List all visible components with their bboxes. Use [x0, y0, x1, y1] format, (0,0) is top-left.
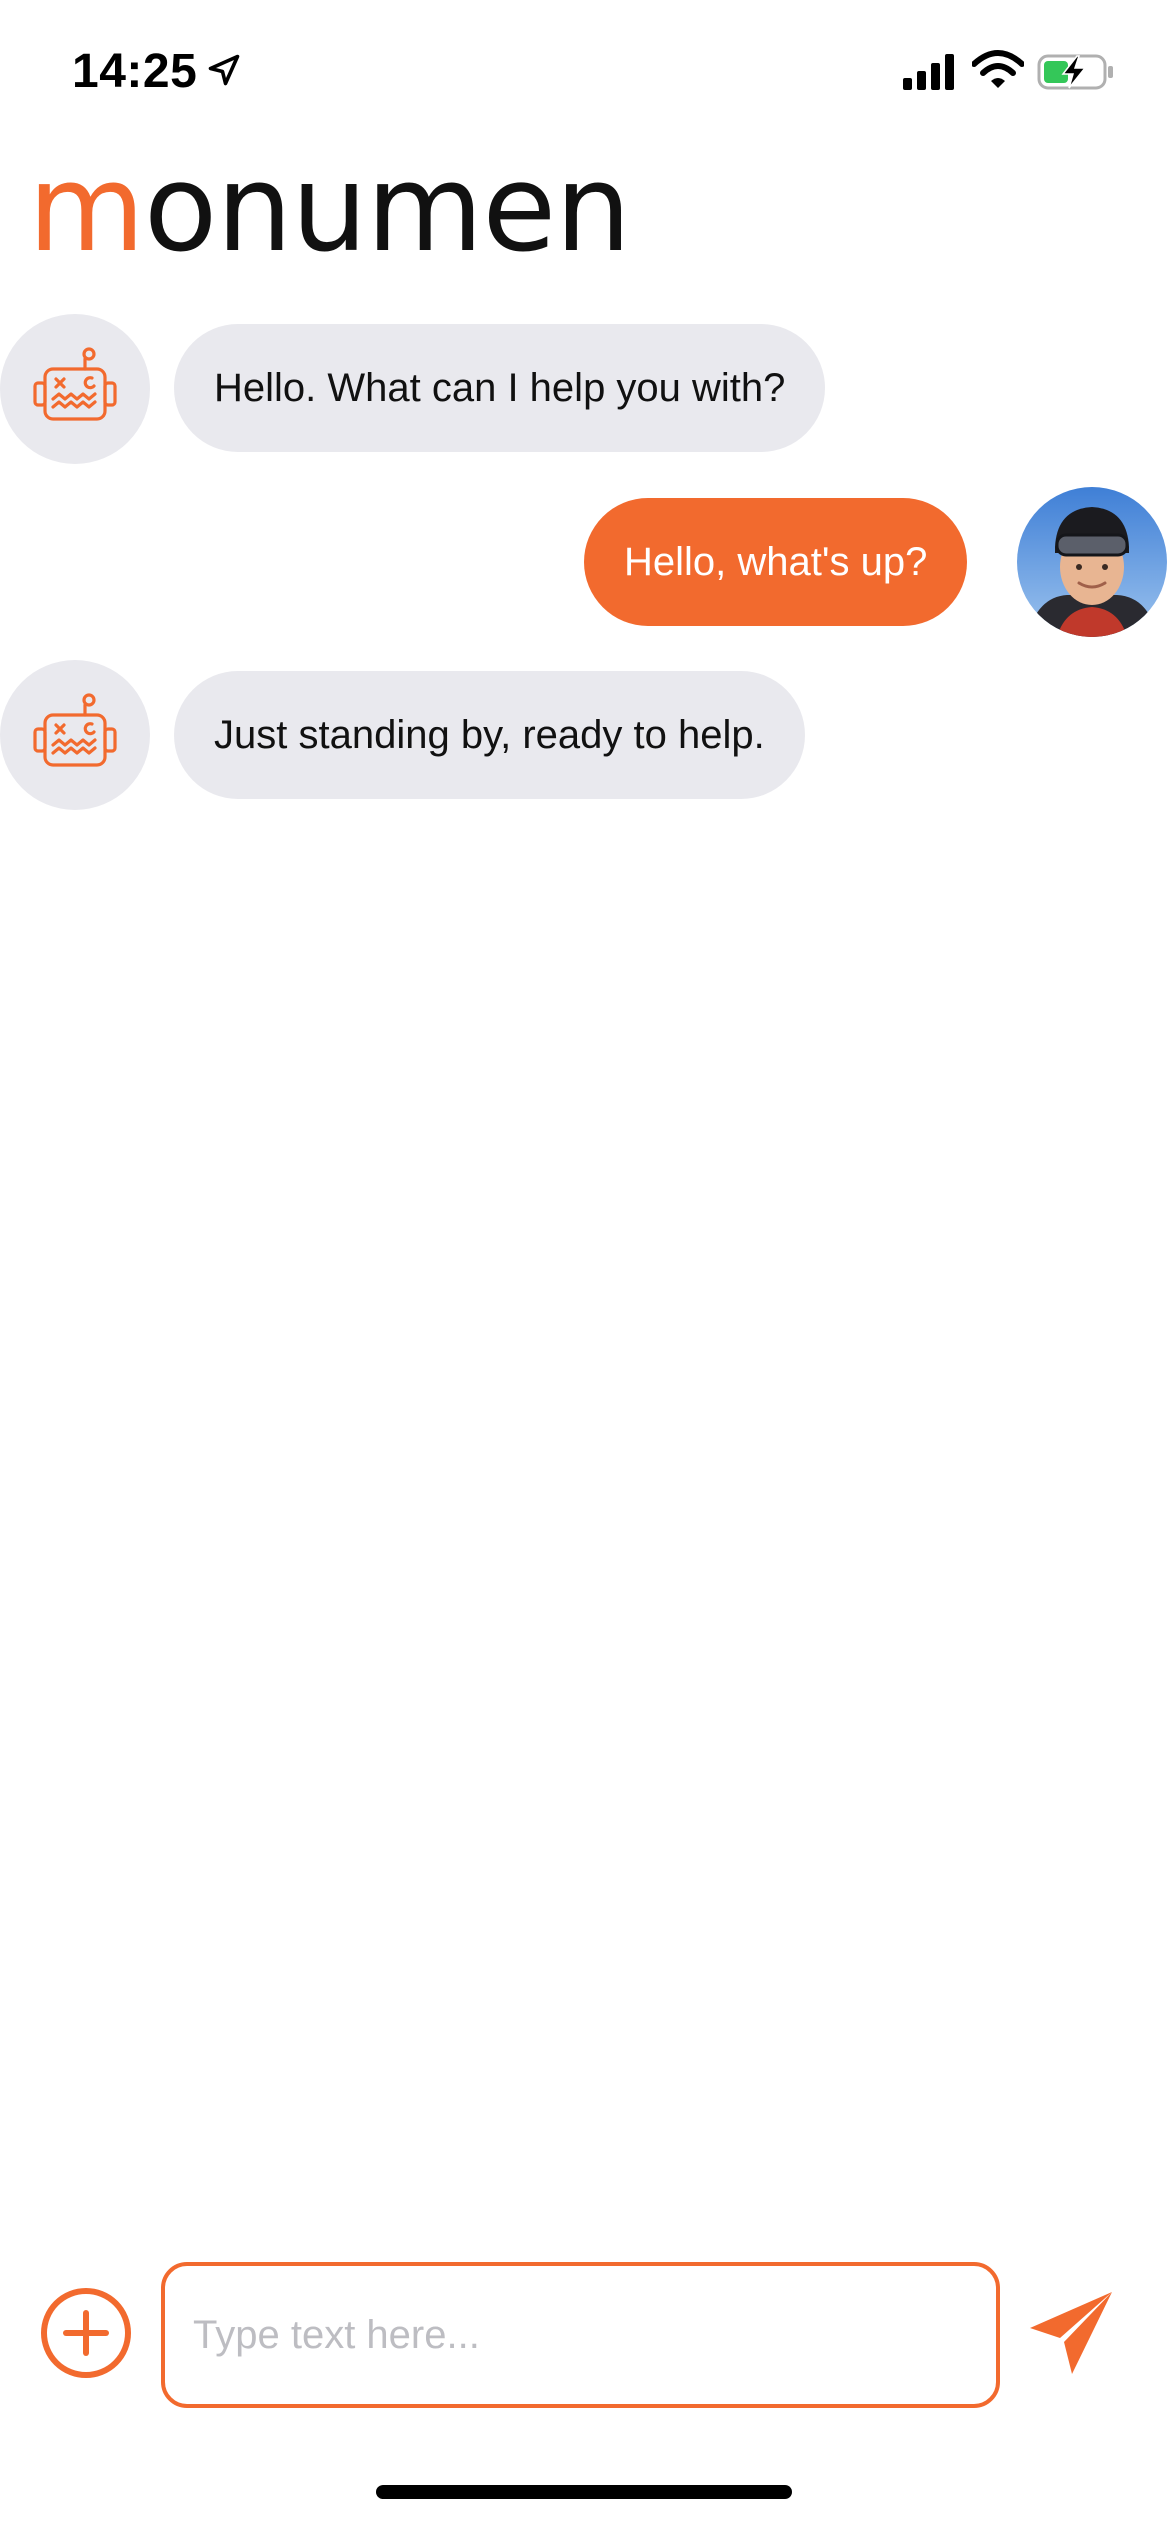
bot-avatar	[0, 660, 150, 810]
status-time: 14:25	[72, 45, 198, 98]
app-logo: monumen	[28, 150, 631, 270]
status-bar: 14:25	[0, 0, 1170, 140]
location-arrow-icon	[208, 54, 240, 86]
add-attachment-button[interactable]	[40, 2287, 132, 2379]
message-bubble: Hello, what's up?	[584, 498, 968, 626]
robot-icon	[33, 693, 117, 767]
user-avatar[interactable]	[1017, 487, 1167, 637]
bot-avatar	[0, 314, 150, 464]
plus-circle-icon	[41, 2288, 131, 2378]
message-input[interactable]	[161, 2262, 1000, 2408]
cellular-signal-icon	[903, 54, 954, 90]
home-indicator	[376, 2485, 792, 2499]
robot-icon	[33, 347, 117, 421]
message-bubble: Just standing by, ready to help.	[174, 671, 805, 799]
logo-accent-letter: m	[28, 140, 145, 279]
battery-charging-icon	[1037, 54, 1113, 90]
message-bubble: Hello. What can I help you with?	[174, 324, 826, 452]
user-photo	[1017, 487, 1167, 637]
send-button[interactable]	[1026, 2288, 1116, 2378]
paper-plane-icon	[1030, 2292, 1112, 2374]
wifi-icon	[972, 50, 1024, 88]
logo-text: onumen	[143, 140, 631, 279]
